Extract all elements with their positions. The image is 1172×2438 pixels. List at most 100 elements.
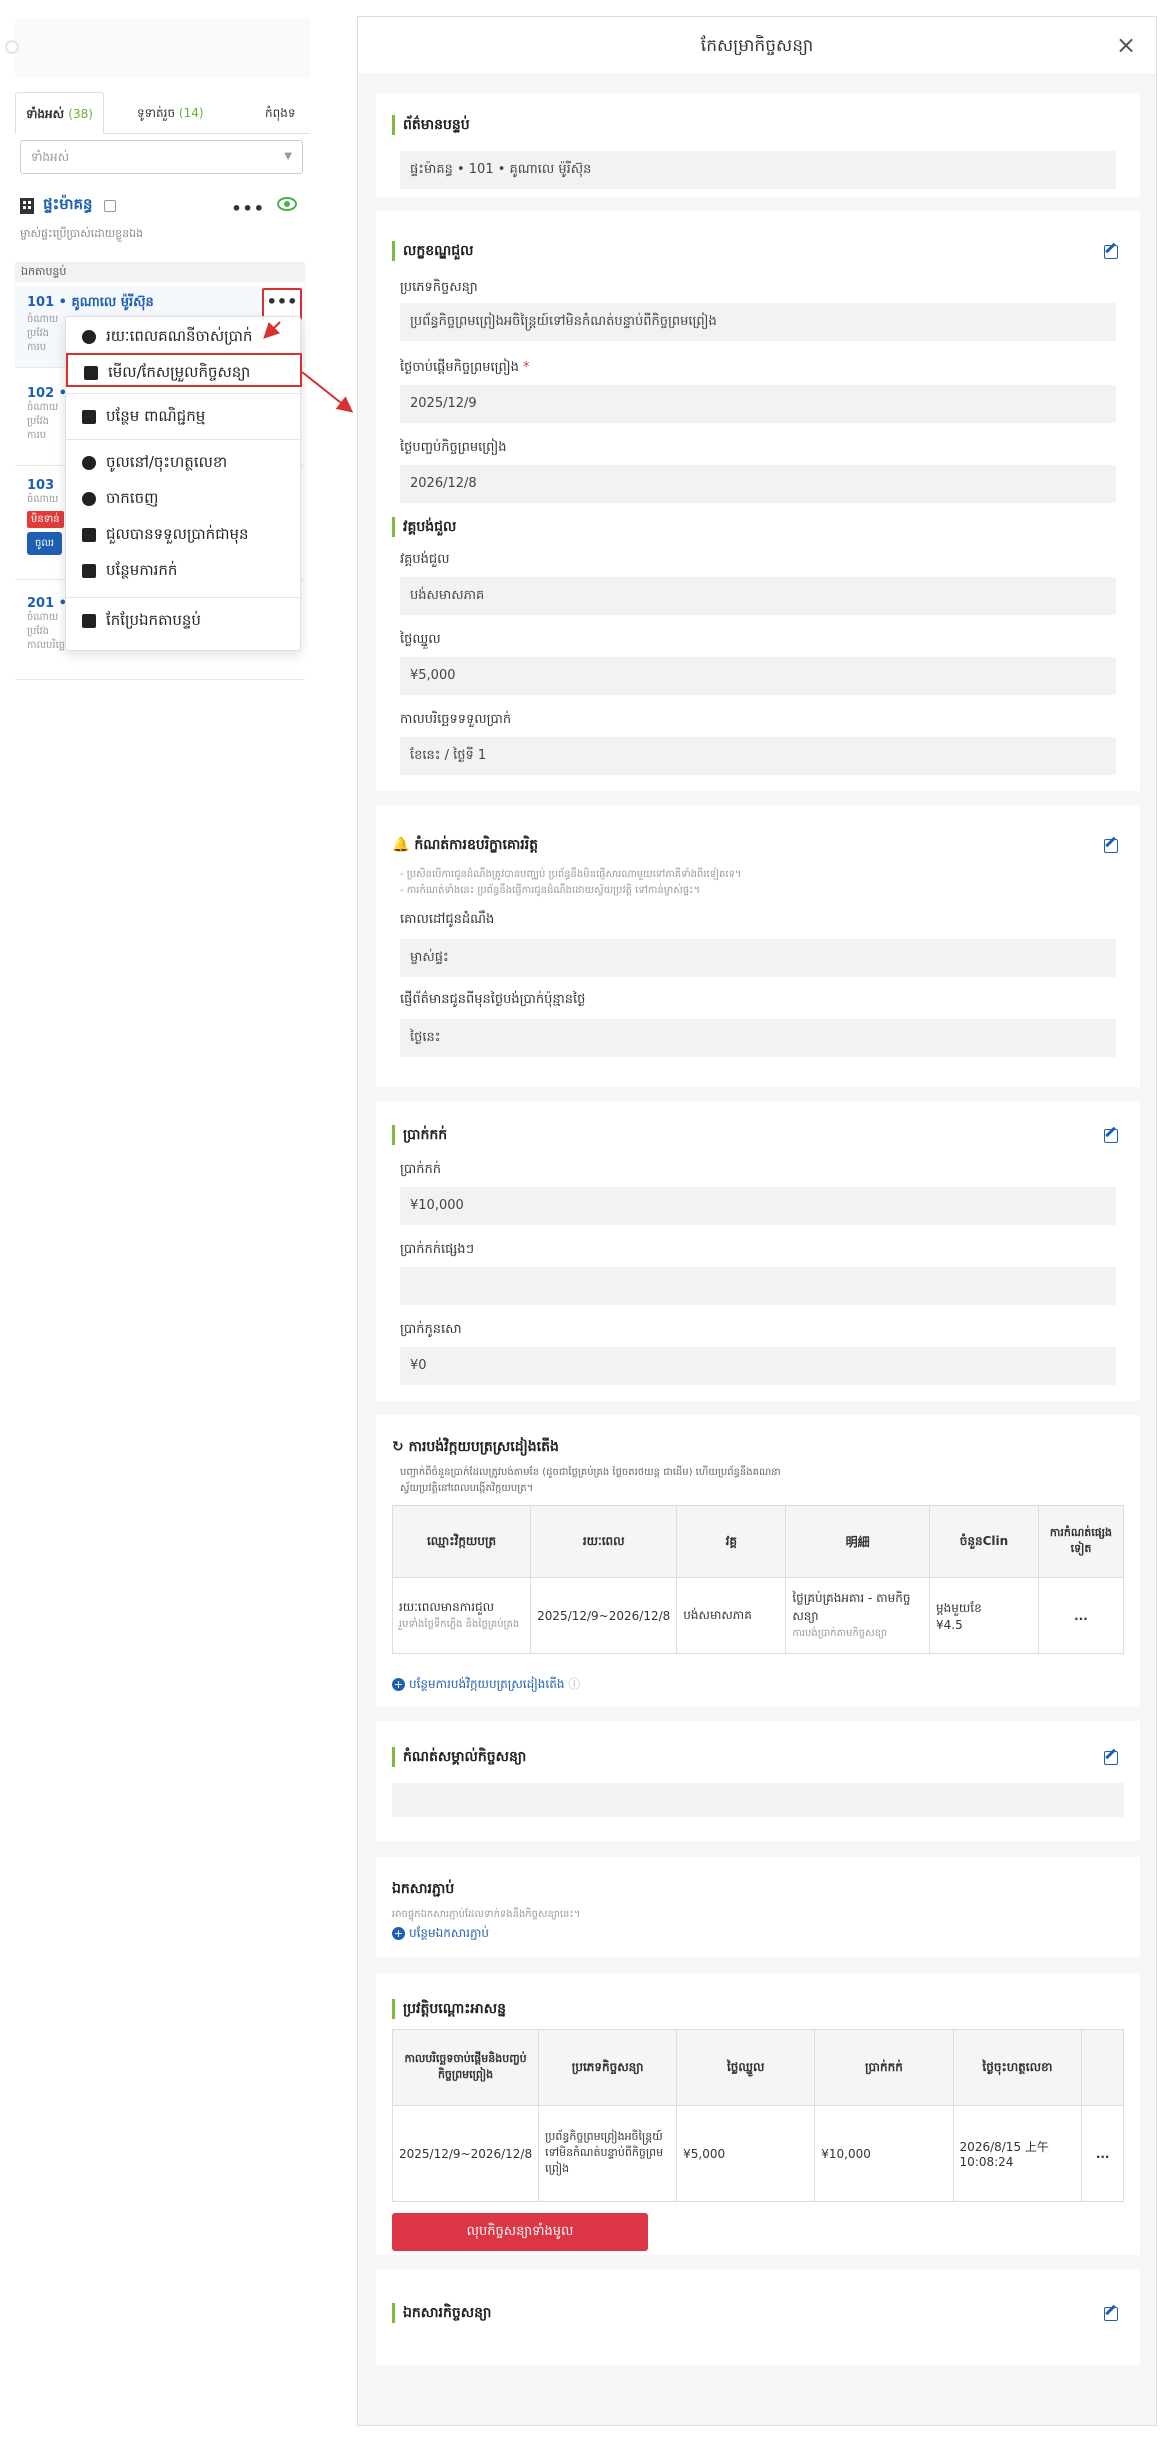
contract-type-field[interactable]: ប្រព័ន្ធកិច្ចព្រមព្រៀងអចិន្ត្រៃយ៍ទៅមិនកំ… (400, 303, 1116, 341)
edit-icon[interactable] (1104, 245, 1118, 259)
menu-item-label: រយៈពេលគណនីចាស់ប្រាក់ (106, 327, 253, 345)
ad-icon (82, 409, 96, 424)
more-icon[interactable]: ••• (231, 199, 265, 218)
checkin-button[interactable]: ចូលរ (27, 532, 63, 555)
column-header: ការកំណត់ផ្សេងទៀត (1037, 1505, 1125, 1578)
menu-item-add-booking[interactable]: បន្ថែមការកក់ (66, 553, 302, 587)
attachments-note: អាចផ្ទុកឯកសារភ្ជាប់ដែលទាក់ទងនឹងកិច្ចសន្យ… (392, 1909, 581, 1920)
menu-item-check-in[interactable]: ចូលនៅ/ចុះហត្ថលេខា (66, 445, 302, 479)
bell-icon: 🔔 (392, 837, 410, 853)
plus-icon: + (392, 1678, 405, 1691)
field-label: ផ្ញើព័ត៌មានជូនពីមុនថ្ងៃបង់ប្រាក់ប៉ុន្មាន… (400, 992, 586, 1007)
menu-item-check-out[interactable]: ចាកចេញ (66, 481, 302, 515)
close-icon[interactable]: × (1110, 29, 1142, 61)
tab-all-count: (38) (68, 107, 93, 121)
amount-label: ម្ដងមួយខែ (936, 1600, 982, 1615)
required-mark: * (523, 360, 530, 375)
edit-icon (82, 613, 96, 628)
deposit-field[interactable]: ¥10,000 (400, 1187, 1116, 1225)
rent-field[interactable]: ¥5,000 (400, 657, 1116, 695)
add-recurring-label: បន្ថែមការបង់វិក្កយបត្រស្រដៀងតើង (409, 1677, 565, 1691)
building-header: ផ្ទះម៉ាគន្ធ ••• ម្ចាស់ផ្ទះប្រើប្រាស់ដោយខ… (20, 195, 305, 243)
tab-all[interactable]: ទាំងអស់ (38) (15, 92, 104, 134)
reminder-note: - ការកំណត់ទាំងនេះ ប្រព័ន្ធនឹងផ្ញើការជូនដ… (400, 885, 701, 896)
delete-contract-button[interactable]: លុបកិច្ចសន្យាទាំងមូល (392, 2213, 648, 2251)
section-title: ឯកសារភ្ជាប់ (392, 1881, 455, 1897)
table-cell: ¥5,000 (676, 2105, 816, 2202)
start-date-label: ថ្ងៃចាប់ផ្តើមកិច្ចព្រមព្រៀង (400, 360, 519, 375)
tab-pending[interactable]: កំពុងទ (255, 92, 305, 134)
building-icon (20, 198, 34, 214)
notify-advance-field[interactable]: ថ្ងៃនេះ (400, 1019, 1116, 1057)
tab-paid-count: (14) (178, 106, 204, 120)
menu-item-view-contract[interactable]: មើល/កែសម្រួលកិច្ចសន្យា (66, 353, 302, 387)
notify-target-field[interactable]: ម្ចាស់ផ្ទះ (400, 939, 1116, 977)
table-row: រយៈពេលមានការជួលរួមទាំងថ្លៃទឹកភ្លើង និងថ្… (391, 1577, 1125, 1654)
refresh-icon: ↻ (392, 1439, 404, 1455)
edit-icon[interactable] (103, 200, 116, 212)
due-date-field[interactable]: ខែនេះ / ថ្ងៃទី 1 (400, 737, 1116, 775)
section-title: 🔔 កំណត់ការឧបរិក្ខាគោររិត្ត (392, 835, 538, 855)
edit-icon[interactable] (1104, 1751, 1118, 1765)
start-date-field[interactable]: 2025/12/9 (400, 385, 1116, 423)
amount-value: ¥4.5 (936, 1617, 963, 1632)
menu-divider (66, 597, 302, 598)
panel-header-area (5, 18, 310, 78)
walking-icon (82, 491, 96, 506)
payment-cycle-field[interactable]: បង់សមាសភាគ (400, 577, 1116, 615)
section-title: ឯកសារកិច្ចសន្យា (392, 2303, 491, 2323)
menu-item-label: បន្ថែមការកក់ (106, 561, 178, 579)
table-cell: ¥10,000 (814, 2105, 954, 2202)
tab-paid[interactable]: ទូទាត់រួច (14) (127, 92, 214, 134)
section-title: វគ្គបង់ជួល (392, 517, 456, 537)
field-label: ប្រាក់កក់ (400, 1162, 442, 1177)
bill-name: រយៈពេលមានការជួល (399, 1600, 495, 1614)
column-header: កាលបរិច្ឆេទចាប់ផ្តើមនិងបញ្ចប់កិច្ចព្រមព្… (391, 2029, 540, 2106)
menu-divider (66, 393, 302, 394)
reminder-card: 🔔 កំណត់ការឧបរិក្ខាគោររិត្ត - ប្រសិនបើការ… (376, 805, 1140, 1087)
history-table: កាលបរិច្ឆេទចាប់ផ្តើមនិងបញ្ចប់កិច្ចព្រមព្… (391, 2029, 1124, 2202)
menu-item-edit-unit[interactable]: កែប្រែឯកតាបន្ទប់ (66, 603, 302, 637)
table-cell: រយៈពេលមានការជួលរួមទាំងថ្លៃទឹកភ្លើង និងថ្… (391, 1577, 532, 1654)
attachments-card: ឯកសារភ្ជាប់ អាចផ្ទុកឯកសារភ្ជាប់ដែលទាក់ទង… (376, 1857, 1140, 1957)
key-money-field[interactable]: ¥0 (400, 1347, 1116, 1385)
add-attachment-link[interactable]: + បន្ថែមឯកសារភ្ជាប់ (392, 1925, 489, 1943)
room-info-card: ព័ត៌មានបន្ទប់ ផ្ទះម៉ាគន្ធ • 101 • គូណាលេ… (376, 93, 1140, 197)
column-header: រយៈពេល (530, 1505, 678, 1578)
eye-icon[interactable] (277, 197, 297, 211)
table-cell: បង់សមាសភាគ (676, 1577, 787, 1654)
menu-item-rent-period[interactable]: រយៈពេលគណនីចាស់ប្រាក់ (66, 319, 302, 353)
row-more-button[interactable]: ... (1081, 2105, 1124, 2202)
add-recurring-link[interactable]: + បន្ថែមការបង់វិក្កយបត្រស្រដៀងតើង ⓘ (392, 1675, 580, 1694)
room-action-menu: រយៈពេលគណនីចាស់ប្រាក់ មើល/កែសម្រួលកិច្ចសន… (65, 316, 302, 651)
recurring-note: បញ្ជាក់ពីចំនួនប្រាក់ដែលត្រូវបង់តាមខែ (ដូ… (400, 1467, 781, 1478)
building-name[interactable]: ផ្ទះម៉ាគន្ធ (43, 195, 92, 213)
edit-icon[interactable] (1104, 2307, 1118, 2321)
end-date-field[interactable]: 2026/12/8 (400, 465, 1116, 503)
menu-item-prepaid[interactable]: ជួលបានទទួលប្រាក់ជាមុន (66, 517, 302, 551)
table-cell: 2025/12/9~2026/12/8 (530, 1577, 678, 1654)
dialog-title: កែសម្រាកិច្ចសន្យា (358, 17, 1156, 75)
column-header: ថ្ងៃចុះហត្ថលេខា (952, 2029, 1083, 2106)
column-header: ថ្លៃឈ្នួល (676, 2029, 816, 2106)
scroll-indicator (5, 40, 19, 54)
edit-icon[interactable] (1104, 839, 1118, 853)
menu-item-add-ad[interactable]: បន្ថែម ពាណិជ្ជកម្ម (66, 399, 302, 433)
filter-select[interactable]: ទាំងអស់ ▼ (20, 140, 303, 174)
other-deposit-field[interactable] (400, 1267, 1116, 1305)
menu-item-label: បន្ថែម ពាណិជ្ជកម្ម (106, 407, 206, 425)
help-icon[interactable]: ⓘ (568, 1677, 580, 1691)
add-attachment-label: បន្ថែមឯកសារភ្ជាប់ (409, 1926, 489, 1940)
column-header: វគ្គ (676, 1505, 787, 1578)
section-title: ព័ត៌មានបន្ទប់ (392, 115, 470, 135)
table-header-row: ឈ្មោះវិក្កយបត្រ រយៈពេល វគ្គ 明細 ចំនួនClin… (391, 1505, 1125, 1578)
contract-note-field[interactable] (392, 1783, 1124, 1817)
menu-item-label: ចាកចេញ (106, 489, 159, 507)
bill-name-sub: រួមទាំងថ្លៃទឹកភ្លើង និងថ្លៃគ្រប់គ្រង (399, 1619, 520, 1630)
edit-icon[interactable] (1104, 1129, 1118, 1143)
field-label: ថ្ងៃចាប់ផ្តើមកិច្ចព្រមព្រៀង * (400, 359, 530, 378)
pen-icon (82, 455, 96, 470)
calendar-icon (82, 563, 96, 578)
room-list-panel: ទាំងអស់ (38) ទូទាត់រួច (14) កំពុងទ ទាំងអ… (0, 0, 310, 680)
row-more-button[interactable]: ... (1037, 1577, 1125, 1654)
